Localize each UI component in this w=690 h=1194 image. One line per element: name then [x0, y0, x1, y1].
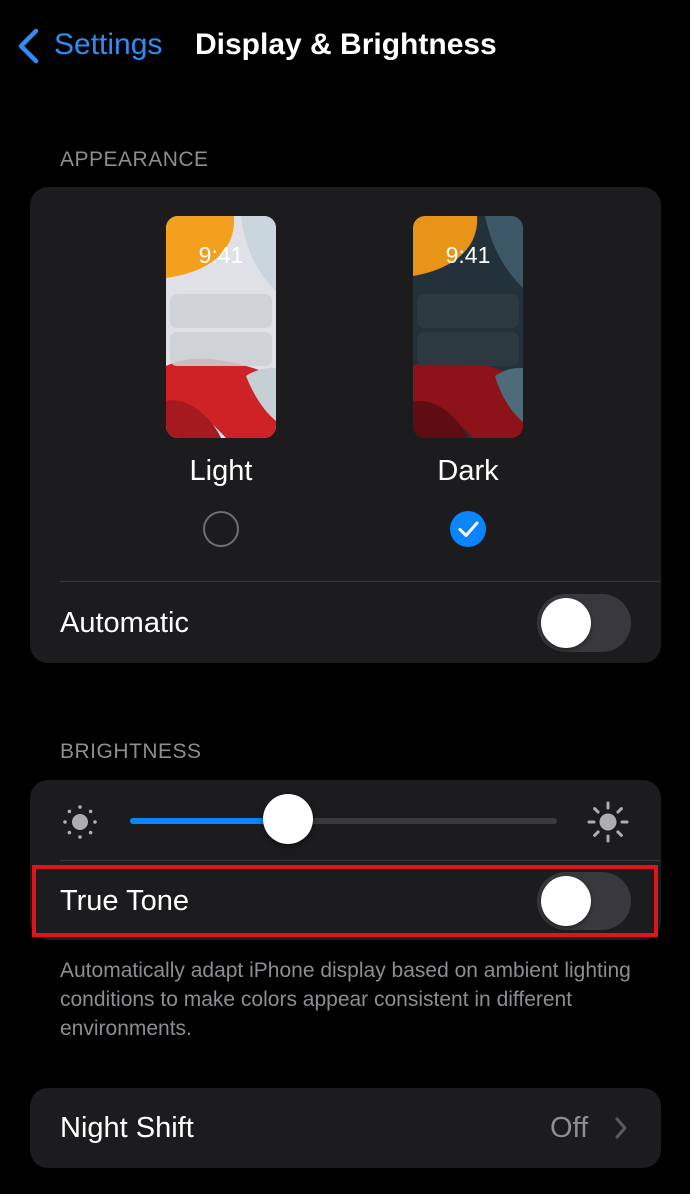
dark-option-label: Dark	[437, 455, 499, 487]
true-tone-highlight-box	[32, 865, 658, 937]
light-option-label: Light	[189, 455, 253, 487]
night-shift-value: Off	[550, 1112, 589, 1144]
back-chevron-icon[interactable]	[16, 28, 42, 64]
brightness-high-icon	[587, 801, 629, 843]
brightness-slider-thumb[interactable]	[262, 794, 313, 844]
brightness-section-header: BRIGHTNESS	[60, 740, 202, 763]
light-radio-button[interactable]	[203, 511, 239, 547]
dark-mode-preview[interactable]: 9:41	[413, 216, 523, 438]
automatic-toggle[interactable]	[537, 594, 631, 652]
divider	[60, 860, 661, 861]
page-title: Display & Brightness	[195, 28, 497, 61]
preview-notification	[170, 332, 272, 366]
light-preview-time: 9:41	[198, 242, 244, 268]
dark-radio-button[interactable]	[450, 511, 486, 547]
preview-notification	[417, 294, 519, 328]
dark-preview-time: 9:41	[445, 242, 491, 268]
night-shift-row[interactable]: Night Shift Off	[30, 1088, 661, 1168]
automatic-label: Automatic	[60, 607, 189, 639]
brightness-low-icon	[63, 805, 97, 839]
true-tone-description: Automatically adapt iPhone display based…	[60, 959, 631, 1040]
divider	[60, 581, 661, 582]
preview-notification	[170, 294, 272, 328]
chevron-right-icon	[615, 1117, 627, 1139]
back-button[interactable]: Settings	[54, 26, 162, 64]
appearance-section-header: APPEARANCE	[60, 148, 209, 171]
toggle-knob	[541, 598, 591, 648]
checkmark-icon	[458, 521, 479, 537]
brightness-slider-track[interactable]	[130, 818, 557, 824]
appearance-option-dark[interactable]: 9:41 Dark	[403, 216, 533, 551]
preview-notification	[417, 332, 519, 366]
night-shift-label: Night Shift	[60, 1112, 194, 1144]
appearance-card: 9:41 Light 9:41 Dark Automatic	[30, 187, 661, 663]
appearance-option-light[interactable]: 9:41 Light	[156, 216, 286, 551]
light-mode-preview[interactable]: 9:41	[166, 216, 276, 438]
